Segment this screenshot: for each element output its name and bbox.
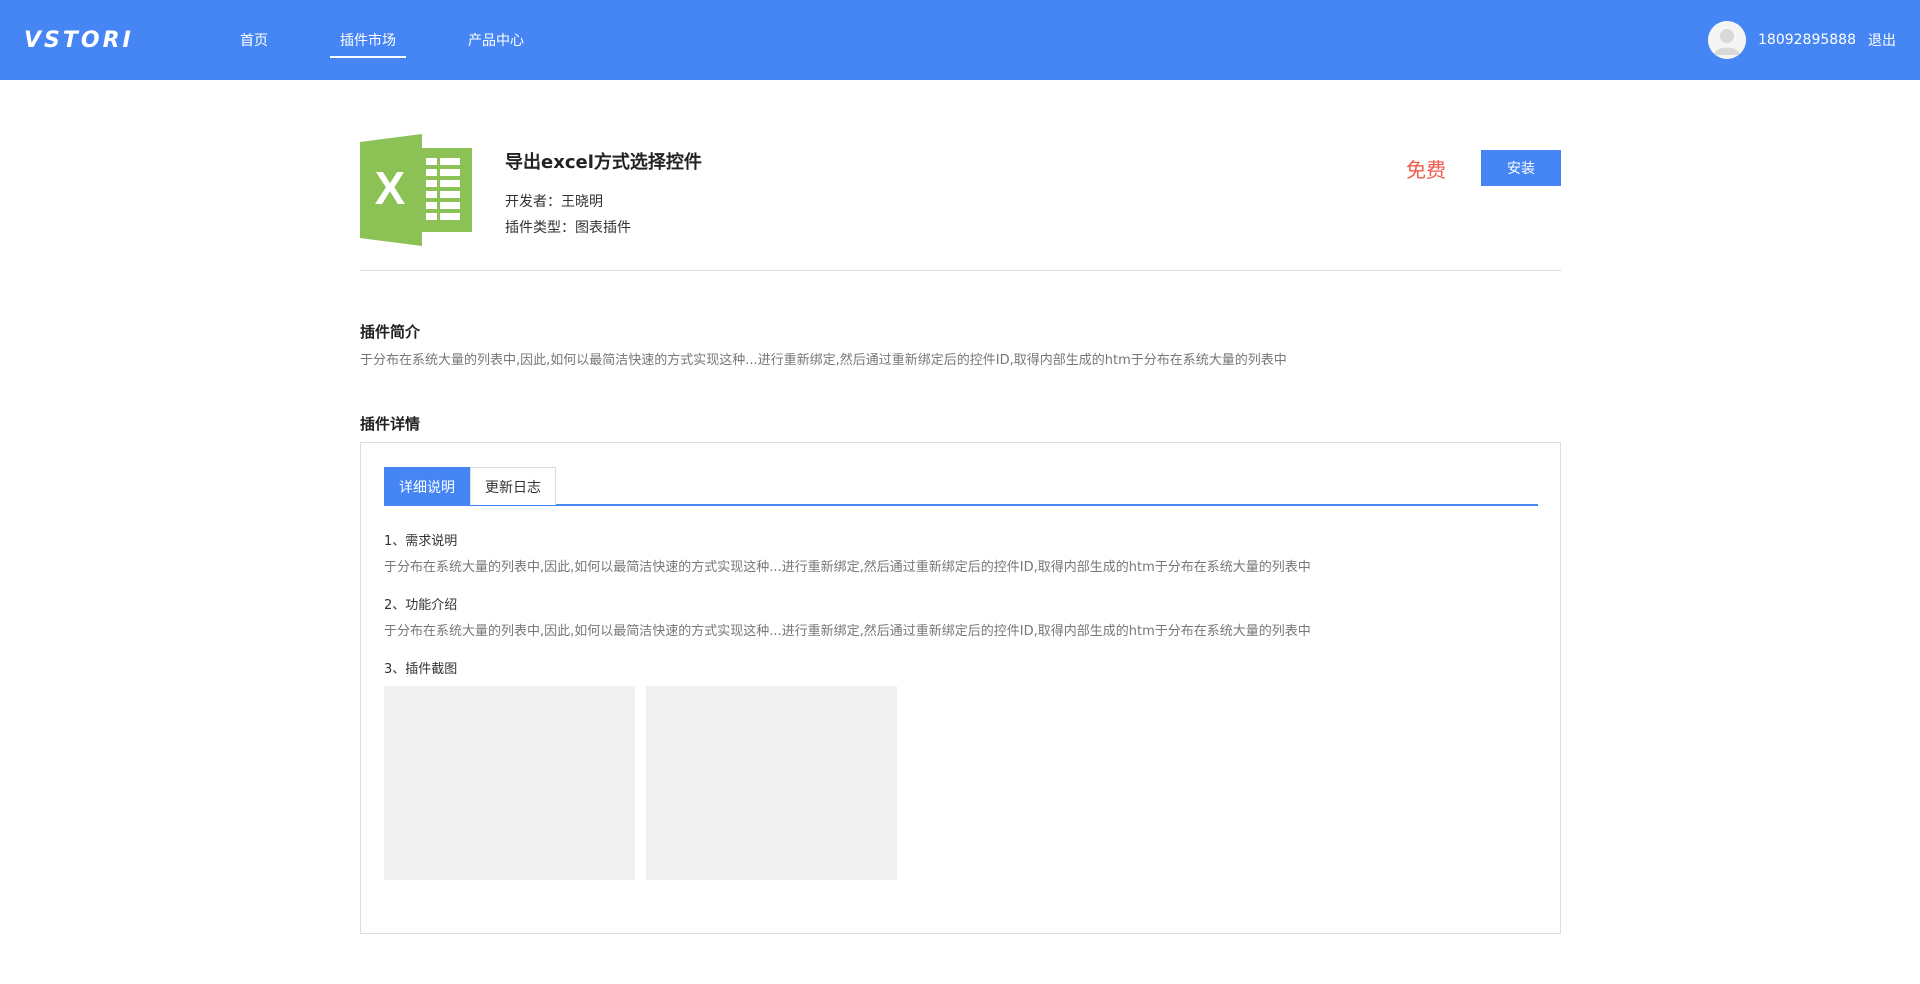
install-button[interactable]: 安装	[1481, 150, 1561, 186]
plugin-developer: 开发者：王晓明	[505, 194, 603, 210]
divider	[360, 270, 1561, 271]
nav-item-product-center[interactable]: 产品中心	[458, 0, 534, 80]
plugin-type: 插件类型：图表插件	[505, 220, 631, 236]
nav-item-label: 插件市场	[340, 33, 396, 49]
svg-text:X: X	[375, 162, 406, 214]
nav-item-label: 首页	[240, 33, 268, 49]
tab-label: 更新日志	[485, 479, 541, 496]
tab-detail-description[interactable]: 详细说明	[384, 467, 470, 505]
main-nav: 首页 插件市场 产品中心	[230, 0, 586, 80]
section-heading-features: 2、功能介绍	[384, 598, 458, 613]
tab-update-log[interactable]: 更新日志	[470, 467, 556, 505]
logout-link[interactable]: 退出	[1868, 30, 1896, 50]
price-label: 免费	[1406, 158, 1446, 182]
screenshot-placeholder[interactable]	[646, 686, 897, 880]
details-tabs: 详细说明 更新日志	[384, 467, 1538, 506]
logo-text: VSTORI	[24, 27, 134, 53]
intro-title: 插件简介	[360, 323, 421, 341]
section-text-requirements: 于分布在系统大量的列表中,因此,如何以最简洁快速的方式实现这种...进行重新绑定…	[384, 560, 1311, 575]
excel-icon: X	[360, 134, 472, 246]
top-navbar: VSTORI 首页 插件市场 产品中心 18092895888 退出	[0, 0, 1920, 80]
nav-item-plugin-market[interactable]: 插件市场	[330, 0, 406, 80]
section-heading-requirements: 1、需求说明	[384, 534, 458, 549]
user-area: 18092895888 退出	[1708, 20, 1896, 60]
screenshot-placeholder[interactable]	[384, 686, 635, 880]
tab-label: 详细说明	[399, 479, 455, 496]
section-heading-screenshots: 3、插件截图	[384, 662, 458, 677]
details-title: 插件详情	[360, 415, 421, 433]
intro-text: 于分布在系统大量的列表中,因此,如何以最简洁快速的方式实现这种...进行重新绑定…	[360, 353, 1287, 368]
nav-item-label: 产品中心	[468, 33, 524, 49]
plugin-title: 导出excel方式选择控件	[505, 152, 702, 173]
details-panel: 详细说明 更新日志 1、需求说明 于分布在系统大量的列表中,因此,如何以最简洁快…	[360, 442, 1561, 934]
logo[interactable]: VSTORI	[24, 27, 134, 53]
section-text-features: 于分布在系统大量的列表中,因此,如何以最简洁快速的方式实现这种...进行重新绑定…	[384, 624, 1311, 639]
user-avatar-icon[interactable]	[1708, 21, 1747, 59]
user-phone: 18092895888	[1758, 32, 1856, 48]
nav-item-home[interactable]: 首页	[230, 0, 278, 80]
